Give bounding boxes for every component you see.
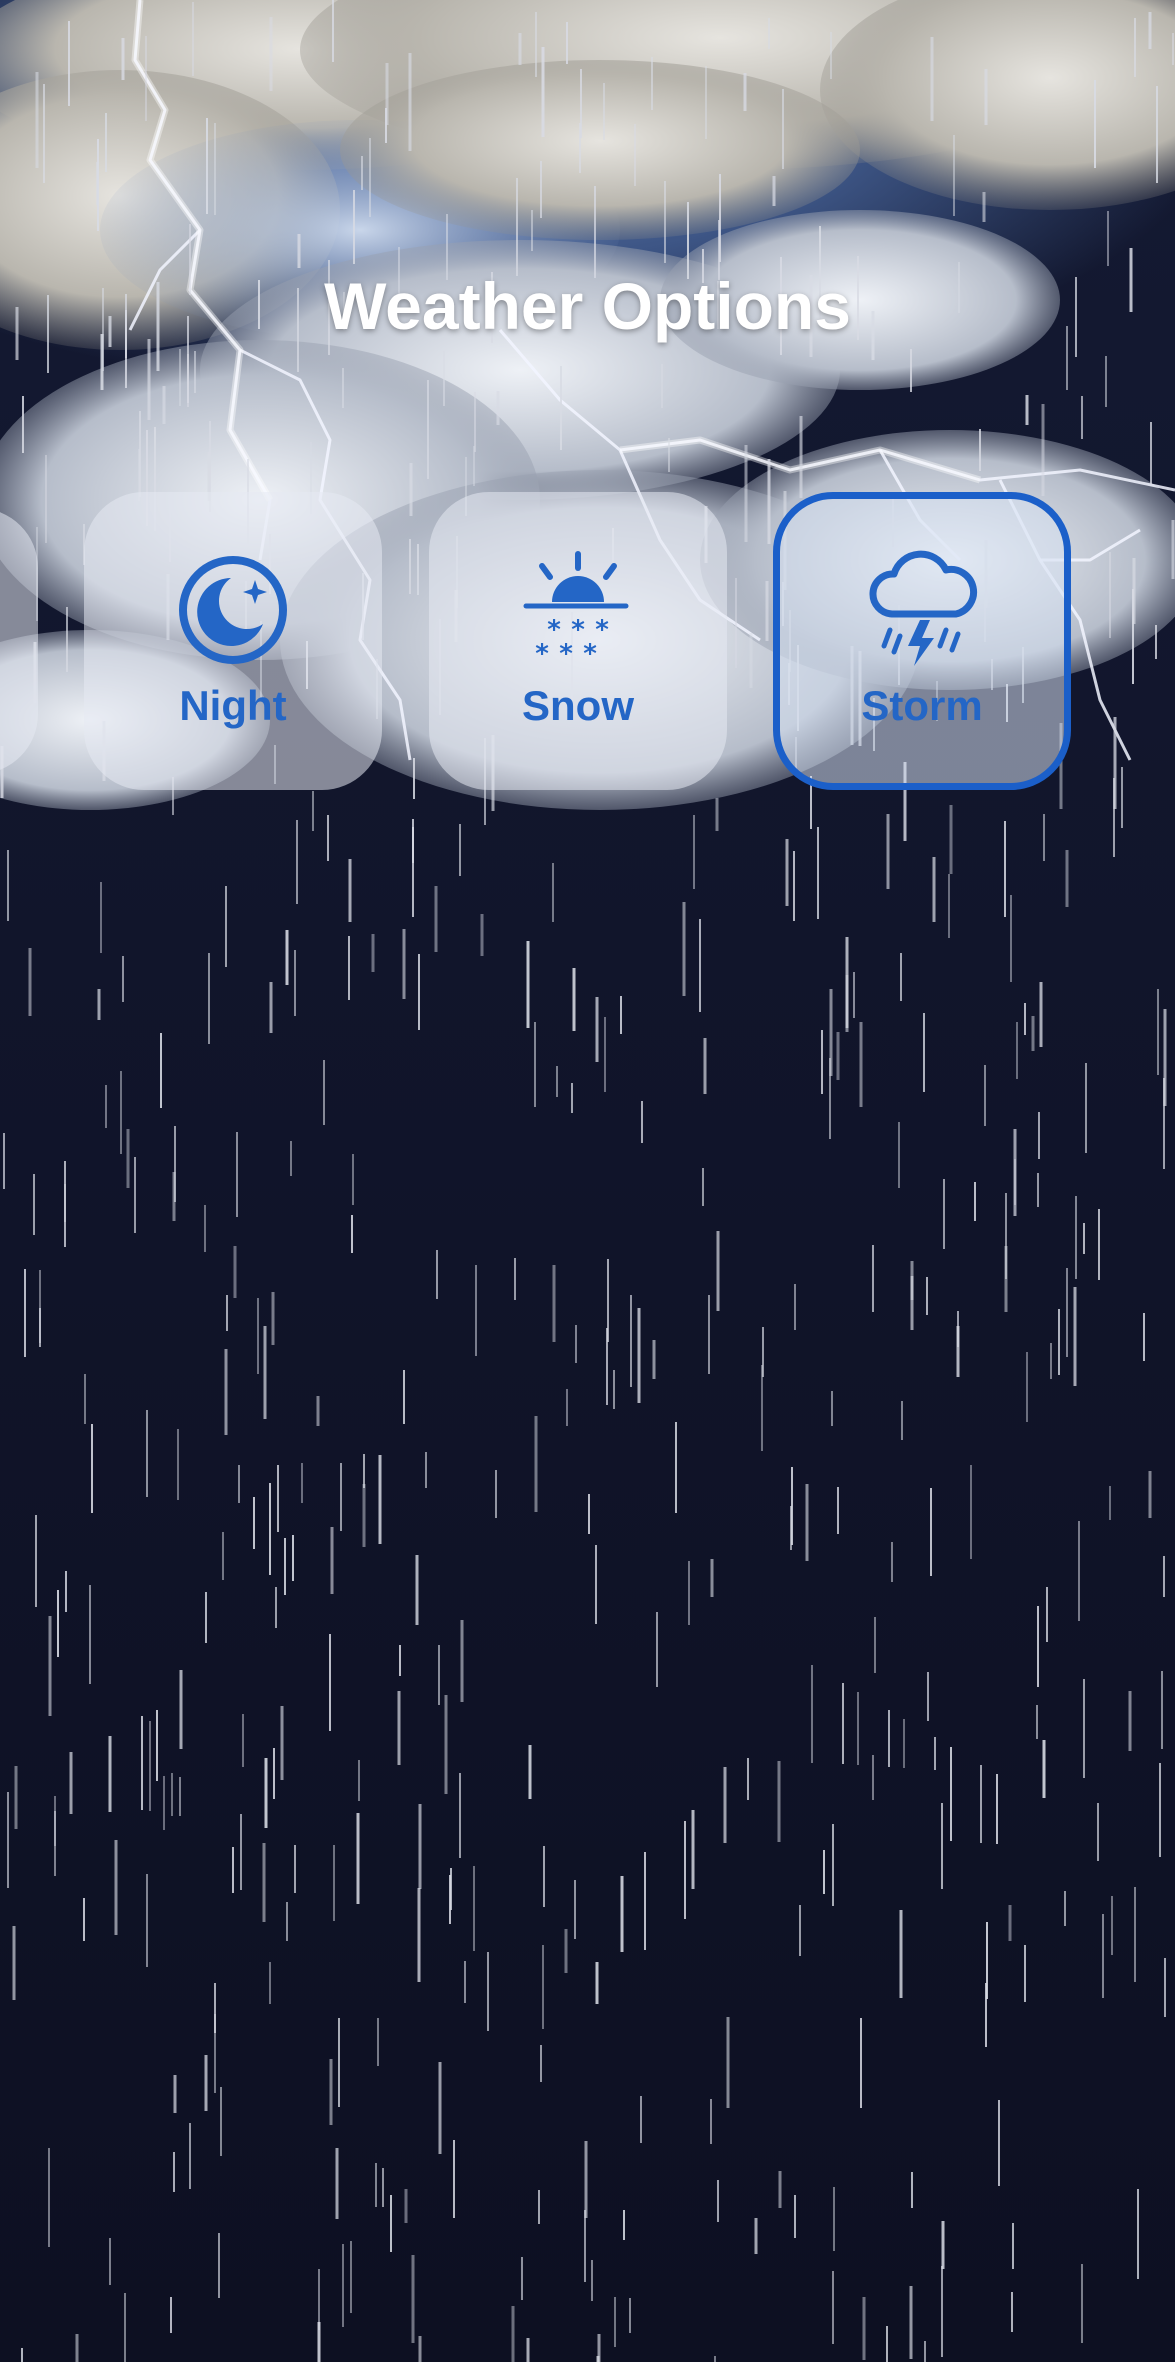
option-label: Snow: [522, 682, 634, 729]
option-label: Storm: [861, 682, 983, 729]
svg-text:*: *: [583, 639, 597, 669]
sun-snow-icon: * * * * * *: [429, 550, 727, 670]
svg-text:*: *: [559, 639, 573, 669]
svg-text:*: *: [595, 615, 609, 645]
page-title: Weather Options: [324, 269, 851, 343]
moon-stars-icon: [84, 550, 382, 670]
rain-streaks: [0, 0, 1175, 2362]
option-card-offscreen[interactable]: [0, 508, 38, 774]
svg-text:*: *: [535, 639, 549, 669]
option-card-snow[interactable]: * * * * * * Snow: [429, 492, 727, 790]
weather-screen: Weather Options Night * * * * * * Snow S…: [0, 0, 1175, 2362]
option-card-night[interactable]: Night: [84, 492, 382, 790]
option-label: Night: [179, 682, 287, 729]
cloud-bolt-rain-icon: [780, 550, 1064, 670]
option-card-storm[interactable]: Storm: [773, 492, 1071, 790]
